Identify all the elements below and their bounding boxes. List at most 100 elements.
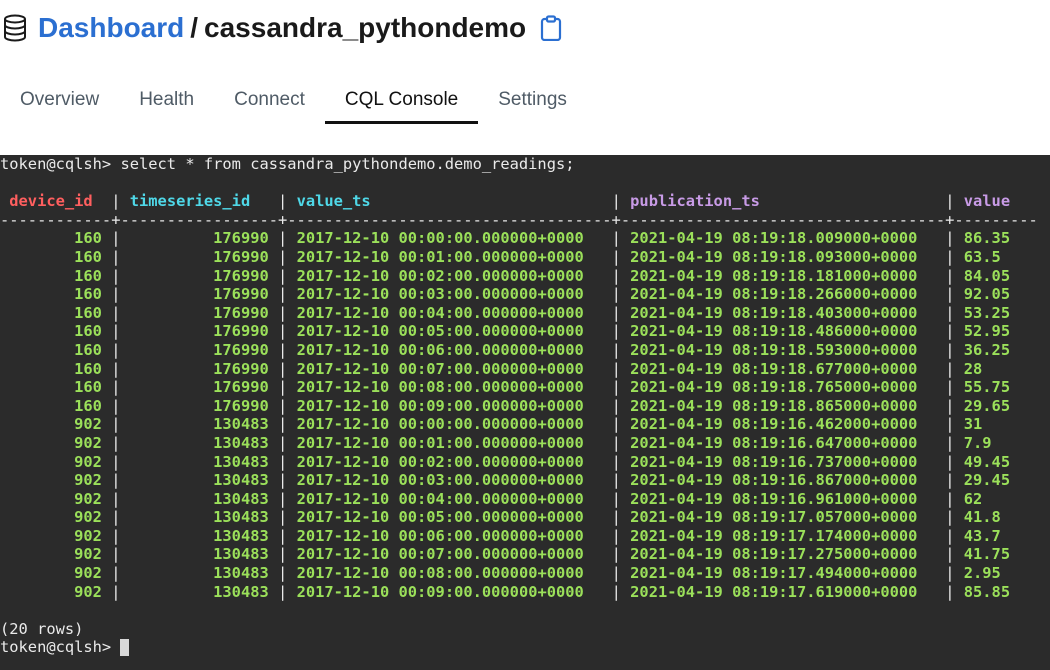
table-cell: 130483 xyxy=(120,582,279,601)
column-header: publication_ts xyxy=(620,192,946,211)
row-count: (20 rows) xyxy=(0,619,84,638)
table-cell: 29.45 xyxy=(954,471,1038,490)
table-cell: 2021-04-19 08:19:16.462000+0000 xyxy=(620,415,946,434)
table-cell: 160 xyxy=(0,359,112,378)
table-row: 902 | 130483 | 2017-12-10 00:01:00.00000… xyxy=(0,434,1050,453)
table-cell: 2017-12-10 00:04:00.000000+0000 xyxy=(287,303,612,322)
table-cell: 31 xyxy=(954,415,1038,434)
column-separator: | xyxy=(611,452,621,471)
column-separator: | xyxy=(611,545,621,564)
table-cell: 2021-04-19 08:19:18.266000+0000 xyxy=(620,285,946,304)
table-row: 160 | 176990 | 2017-12-10 00:07:00.00000… xyxy=(0,360,1050,379)
table-cell: 2021-04-19 08:19:16.961000+0000 xyxy=(620,489,946,508)
table-cell: 130483 xyxy=(120,452,279,471)
column-header: timeseries_id xyxy=(120,192,279,211)
table-row: 902 | 130483 | 2017-12-10 00:03:00.00000… xyxy=(0,471,1050,490)
prompt: token@cqlsh> xyxy=(0,155,121,173)
page-header: Dashboard / cassandra_pythondemo Overview … xyxy=(0,0,1050,155)
table-cell: 2017-12-10 00:00:00.000000+0000 xyxy=(287,415,612,434)
table-cell: 2.95 xyxy=(954,564,1038,583)
table-header-row: device_id | timeseries_id | value_ts | p… xyxy=(0,192,1050,211)
table-cell: 160 xyxy=(0,229,112,248)
tab-settings[interactable]: Settings xyxy=(478,80,587,120)
table-row: 160 | 176990 | 2017-12-10 00:06:00.00000… xyxy=(0,341,1050,360)
table-cell: 160 xyxy=(0,378,112,397)
table-cell: 2021-04-19 08:19:18.765000+0000 xyxy=(620,378,946,397)
column-separator: | xyxy=(278,564,288,583)
table-cell: 92.05 xyxy=(954,285,1038,304)
table-cell: 2017-12-10 00:06:00.000000+0000 xyxy=(287,526,612,545)
column-separator: | xyxy=(278,526,288,545)
table-cell: 2021-04-19 08:19:17.275000+0000 xyxy=(620,545,946,564)
table-cell: 85.85 xyxy=(954,582,1038,601)
table-row: 160 | 176990 | 2017-12-10 00:01:00.00000… xyxy=(0,248,1050,267)
title-row: Dashboard / cassandra_pythondemo xyxy=(0,8,564,48)
table-cell: 2021-04-19 08:19:18.009000+0000 xyxy=(620,229,946,248)
column-separator: | xyxy=(611,471,621,490)
table-cell: 41.75 xyxy=(954,545,1038,564)
column-separator: | xyxy=(611,508,621,527)
prompt: token@cqlsh> xyxy=(0,638,121,657)
table-cell: 62 xyxy=(954,489,1038,508)
tab-bar: Overview Health Connect CQL Console Sett… xyxy=(0,80,587,124)
table-cell: 2021-04-19 08:19:16.867000+0000 xyxy=(620,471,946,490)
column-separator: | xyxy=(278,378,288,397)
table-cell: 2021-04-19 08:19:18.181000+0000 xyxy=(620,266,946,285)
clipboard-icon[interactable] xyxy=(538,13,564,43)
table-cell: 2017-12-10 00:04:00.000000+0000 xyxy=(287,489,612,508)
table-cell: 2021-04-19 08:19:18.486000+0000 xyxy=(620,322,946,341)
column-header: value_ts xyxy=(287,192,612,211)
table-cell: 2021-04-19 08:19:17.619000+0000 xyxy=(620,582,946,601)
column-separator: | xyxy=(611,378,621,397)
table-cell: 902 xyxy=(0,545,112,564)
table-cell: 902 xyxy=(0,452,112,471)
table-cell: 176990 xyxy=(120,340,279,359)
cql-console-terminal[interactable]: token@cqlsh> select * from cassandra_pyt… xyxy=(0,155,1050,670)
table-row: 902 | 130483 | 2017-12-10 00:09:00.00000… xyxy=(0,583,1050,602)
column-separator: | xyxy=(278,359,288,378)
table-cell: 902 xyxy=(0,415,112,434)
column-separator: | xyxy=(278,247,288,266)
table-cell: 130483 xyxy=(120,489,279,508)
table-cell: 28 xyxy=(954,359,1038,378)
column-separator: | xyxy=(611,433,621,452)
table-row: 160 | 176990 | 2017-12-10 00:03:00.00000… xyxy=(0,285,1050,304)
table-row: 160 | 176990 | 2017-12-10 00:08:00.00000… xyxy=(0,378,1050,397)
table-cell: 2017-12-10 00:01:00.000000+0000 xyxy=(287,433,612,452)
table-cell: 2017-12-10 00:02:00.000000+0000 xyxy=(287,266,612,285)
column-separator: | xyxy=(611,192,621,211)
tab-cql-console[interactable]: CQL Console xyxy=(324,80,479,124)
column-separator: | xyxy=(278,433,288,452)
column-separator: | xyxy=(278,285,288,304)
tab-health[interactable]: Health xyxy=(119,80,214,120)
input-prompt-line[interactable]: token@cqlsh> xyxy=(0,638,1050,657)
column-separator: | xyxy=(278,303,288,322)
table-cell: 2021-04-19 08:19:18.677000+0000 xyxy=(620,359,946,378)
table-cell: 2021-04-19 08:19:18.403000+0000 xyxy=(620,303,946,322)
table-row: 902 | 130483 | 2017-12-10 00:06:00.00000… xyxy=(0,527,1050,546)
tab-overview[interactable]: Overview xyxy=(0,80,119,120)
table-row: 902 | 130483 | 2017-12-10 00:07:00.00000… xyxy=(0,545,1050,564)
column-separator: | xyxy=(611,489,621,508)
breadcrumb-dashboard-link[interactable]: Dashboard xyxy=(38,12,184,43)
table-cell: 176990 xyxy=(120,378,279,397)
table-cell: 2021-04-19 08:19:18.593000+0000 xyxy=(620,340,946,359)
database-icon xyxy=(0,13,30,43)
table-cell: 2021-04-19 08:19:17.174000+0000 xyxy=(620,526,946,545)
table-cell: 130483 xyxy=(120,564,279,583)
table-cell: 176990 xyxy=(120,229,279,248)
table-cell: 2017-12-10 00:07:00.000000+0000 xyxy=(287,359,612,378)
tab-connect[interactable]: Connect xyxy=(214,80,325,120)
column-separator: | xyxy=(611,229,621,248)
table-row: 160 | 176990 | 2017-12-10 00:04:00.00000… xyxy=(0,304,1050,323)
breadcrumb: Dashboard / cassandra_pythondemo xyxy=(38,12,526,44)
column-separator: | xyxy=(611,526,621,545)
table-cell: 160 xyxy=(0,303,112,322)
table-cell: 2017-12-10 00:06:00.000000+0000 xyxy=(287,340,612,359)
command-line: token@cqlsh> select * from cassandra_pyt… xyxy=(0,155,1050,174)
table-cell: 176990 xyxy=(120,303,279,322)
table-cell: 130483 xyxy=(120,471,279,490)
table-cell: 2017-12-10 00:07:00.000000+0000 xyxy=(287,545,612,564)
table-cell: 902 xyxy=(0,526,112,545)
